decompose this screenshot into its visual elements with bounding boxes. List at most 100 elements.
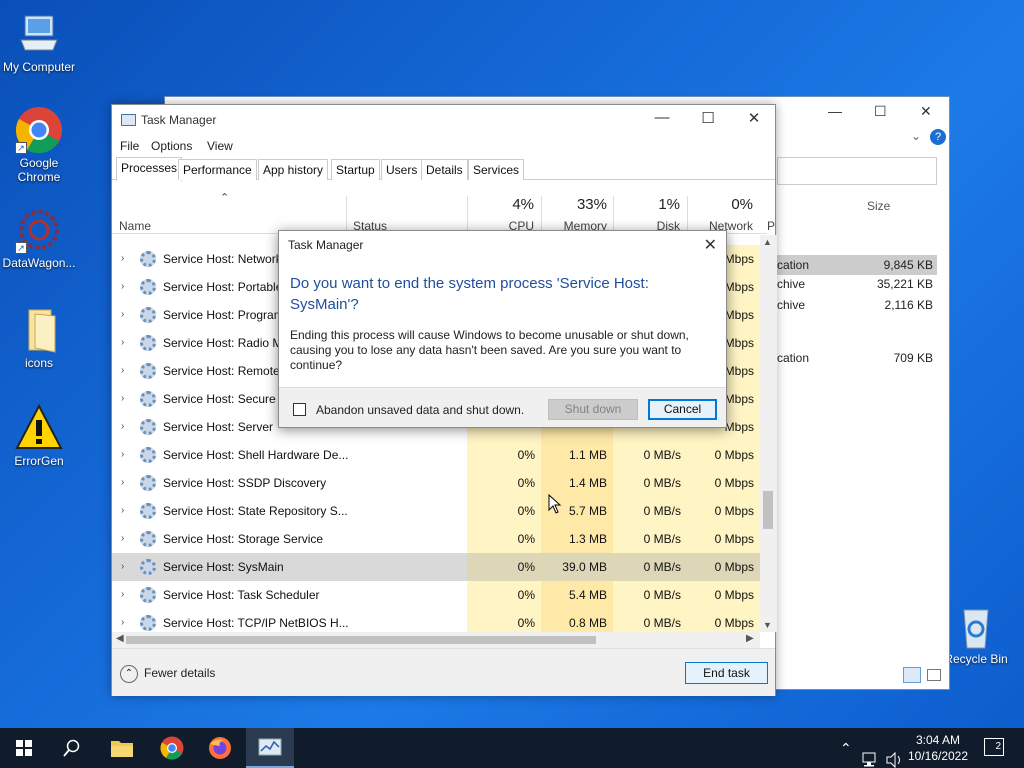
expand-chevron-icon[interactable]: › bbox=[121, 337, 124, 348]
column-power[interactable]: P bbox=[767, 219, 775, 233]
file-type: chive bbox=[777, 277, 806, 291]
details-view-icon[interactable] bbox=[903, 667, 921, 683]
process-row[interactable]: › Service Host: Storage Service 0% 1.3 MB 0 … bbox=[112, 525, 760, 553]
taskbar-clock[interactable]: 3:04 AM 10/16/2022 bbox=[903, 732, 973, 764]
process-row[interactable]: › Service Host: SysMain 0% 39.0 MB 0 MB/s 0 M… bbox=[112, 553, 760, 581]
help-icon[interactable]: ? bbox=[930, 129, 946, 145]
large-icons-view-icon[interactable] bbox=[927, 669, 941, 681]
close-icon[interactable]: ✕ bbox=[704, 235, 717, 255]
show-hidden-icons-chevron-icon[interactable]: ⌃ bbox=[840, 728, 852, 768]
dialog-message: Ending this process will cause Windows t… bbox=[290, 328, 689, 372]
expand-chevron-icon[interactable]: › bbox=[121, 449, 124, 460]
file-row[interactable]: chive 2,116 KB bbox=[777, 298, 937, 312]
expand-chevron-icon[interactable]: › bbox=[121, 309, 124, 320]
process-name: Service Host: State Repository S... bbox=[163, 504, 348, 518]
disk-total: 1% bbox=[658, 196, 680, 213]
maximize-icon[interactable]: ☐ bbox=[693, 109, 723, 127]
notification-center-button[interactable]: 2 bbox=[984, 738, 1004, 756]
file-row[interactable]: cation 9,845 KB bbox=[777, 255, 937, 275]
minimize-icon[interactable]: — bbox=[647, 109, 677, 126]
end-task-button[interactable]: End task bbox=[685, 662, 768, 684]
shut-down-button[interactable]: Shut down bbox=[548, 399, 638, 420]
mouse-cursor-icon bbox=[548, 494, 562, 514]
process-row[interactable]: › Service Host: TCP/IP NetBIOS H... 0% 0.8 … bbox=[112, 609, 760, 632]
scroll-thumb[interactable] bbox=[763, 491, 773, 529]
sort-chevron-up-icon[interactable]: ⌃ bbox=[220, 191, 229, 204]
process-memory: 1.1 MB bbox=[541, 441, 613, 469]
desktop-icon-my-computer[interactable]: My Computer bbox=[0, 10, 78, 74]
process-memory: 0.8 MB bbox=[541, 609, 613, 632]
expand-chevron-icon[interactable]: › bbox=[121, 533, 124, 544]
fewer-details-label: Fewer details bbox=[144, 666, 216, 681]
horizontal-scrollbar[interactable]: ◀ ▶ bbox=[112, 632, 760, 648]
desktop-icon-icons-folder[interactable]: icons bbox=[0, 306, 78, 370]
desktop-icon-label: icons bbox=[24, 356, 53, 370]
desktop-icon-datawagon[interactable]: ↗ DataWagon... bbox=[0, 206, 78, 270]
scroll-right-icon[interactable]: ▶ bbox=[746, 633, 754, 644]
expand-chevron-icon[interactable]: › bbox=[121, 589, 124, 600]
expand-chevron-icon[interactable]: › bbox=[121, 505, 124, 516]
process-row[interactable]: › Service Host: SSDP Discovery 0% 1.4 MB 0 M… bbox=[112, 469, 760, 497]
fewer-details-link[interactable]: ⌃ Fewer details bbox=[120, 665, 215, 683]
minimize-icon[interactable]: — bbox=[828, 103, 842, 119]
maximize-icon[interactable]: ☐ bbox=[874, 103, 887, 120]
process-row[interactable]: › Service Host: Shell Hardware De... 0% 1.1… bbox=[112, 441, 760, 469]
windows-logo-icon bbox=[16, 740, 32, 756]
menu-view[interactable]: View bbox=[207, 139, 233, 153]
abandon-data-checkbox[interactable] bbox=[293, 403, 306, 416]
expand-chevron-icon[interactable]: › bbox=[121, 253, 124, 264]
expand-chevron-icon[interactable]: › bbox=[121, 561, 124, 572]
expand-chevron-icon[interactable]: › bbox=[121, 421, 124, 432]
taskbar-task-manager[interactable] bbox=[246, 728, 294, 768]
taskbar-file-explorer[interactable] bbox=[98, 728, 146, 768]
network-icon[interactable] bbox=[862, 740, 880, 768]
close-icon[interactable]: ✕ bbox=[920, 103, 932, 120]
expand-chevron-icon[interactable]: › bbox=[121, 365, 124, 376]
file-row[interactable]: cation 709 KB bbox=[777, 351, 937, 365]
cancel-button[interactable]: Cancel bbox=[648, 399, 717, 420]
menu-options[interactable]: Options bbox=[151, 139, 192, 153]
tab-services[interactable]: Services bbox=[468, 159, 525, 180]
process-name: Service Host: SysMain bbox=[163, 560, 284, 574]
scroll-down-icon[interactable]: ▼ bbox=[763, 620, 772, 630]
desktop-icon-chrome[interactable]: ↗ Google Chrome bbox=[0, 106, 78, 184]
expand-chevron-icon[interactable]: › bbox=[121, 617, 124, 628]
expand-chevron-icon[interactable]: › bbox=[121, 477, 124, 488]
process-cpu: 0% bbox=[467, 469, 541, 497]
end-process-dialog[interactable]: Task Manager ✕ Do you want to end the sy… bbox=[278, 230, 727, 428]
tab-processes[interactable]: Processes bbox=[116, 157, 183, 181]
process-memory: 5.4 MB bbox=[541, 581, 613, 609]
process-name: Service Host: Secure S bbox=[163, 392, 288, 406]
file-row[interactable]: chive 35,221 KB bbox=[777, 277, 937, 291]
volume-icon[interactable] bbox=[886, 740, 904, 768]
scroll-up-icon[interactable]: ▲ bbox=[763, 237, 772, 247]
taskbar-firefox[interactable] bbox=[196, 728, 244, 768]
tab-users[interactable]: Users bbox=[381, 159, 423, 180]
dialog-button-bar: Abandon unsaved data and shut down. Shut… bbox=[279, 387, 726, 427]
taskbar-chrome[interactable] bbox=[148, 728, 196, 768]
tab-app-history[interactable]: App history bbox=[258, 159, 329, 180]
process-row[interactable]: › Service Host: Task Scheduler 0% 5.4 MB 0 M… bbox=[112, 581, 760, 609]
tab-startup[interactable]: Startup bbox=[331, 159, 380, 180]
tab-details[interactable]: Details bbox=[421, 159, 468, 180]
start-button[interactable] bbox=[0, 728, 48, 768]
size-column-header[interactable]: Size bbox=[867, 199, 890, 213]
scroll-left-icon[interactable]: ◀ bbox=[116, 633, 124, 644]
dialog-title: Task Manager bbox=[288, 238, 364, 252]
expand-chevron-icon[interactable]: › bbox=[121, 281, 124, 292]
close-icon[interactable]: ✕ bbox=[739, 109, 769, 127]
menu-file[interactable]: File bbox=[120, 139, 139, 153]
column-name[interactable]: Name bbox=[119, 219, 151, 233]
vertical-scrollbar[interactable]: ▲ ▼ bbox=[760, 235, 777, 632]
process-row[interactable]: › Service Host: State Repository S... 0% 5.… bbox=[112, 497, 760, 525]
search-button[interactable] bbox=[48, 728, 96, 768]
process-cpu: 0% bbox=[467, 441, 541, 469]
explorer-search-box[interactable] bbox=[777, 157, 937, 185]
process-name: Service Host: Storage Service bbox=[163, 532, 324, 546]
expand-chevron-icon[interactable]: › bbox=[121, 393, 124, 404]
desktop-icon-errorgen[interactable]: ErrorGen bbox=[0, 403, 78, 468]
abandon-data-label[interactable]: Abandon unsaved data and shut down. bbox=[316, 403, 524, 417]
expand-ribbon-icon[interactable]: ⌄ bbox=[911, 129, 921, 143]
scroll-thumb[interactable] bbox=[126, 636, 596, 644]
tab-performance[interactable]: Performance bbox=[178, 159, 257, 180]
